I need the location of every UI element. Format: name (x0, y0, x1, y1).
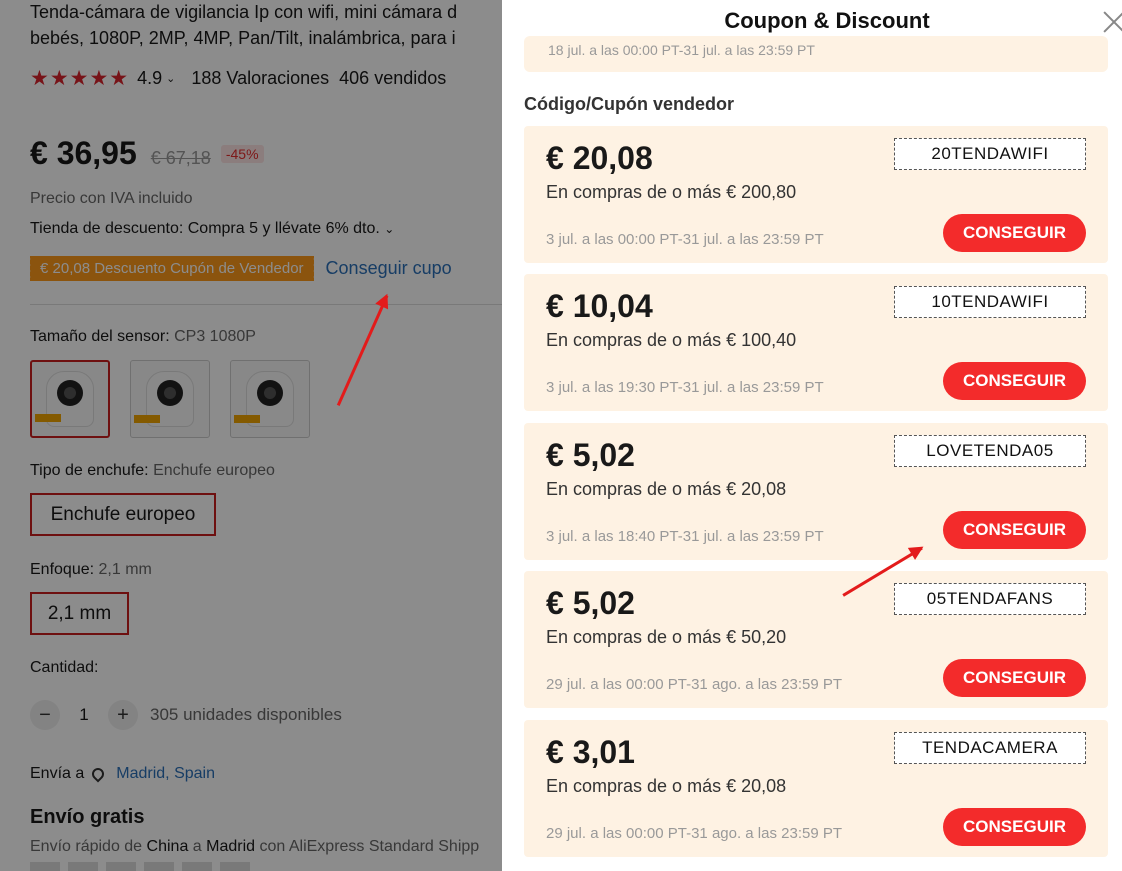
coupon-card-partial: 18 jul. a las 00:00 PT-31 jul. a las 23:… (524, 36, 1108, 72)
coupon-card: € 20,08 En compras de o más € 200,80 3 j… (524, 126, 1108, 263)
coupon-amount: € 5,02 (546, 585, 635, 621)
get-coupon-button[interactable]: CONSEGUIR (943, 808, 1086, 846)
coupon-period: 29 jul. a las 00:00 PT-31 ago. a las 23:… (546, 825, 843, 842)
coupon-period: 18 jul. a las 00:00 PT-31 jul. a las 23:… (548, 42, 815, 58)
coupon-panel: Coupon & Discount 18 jul. a las 00:00 PT… (502, 0, 1122, 871)
get-coupon-button[interactable]: CONSEGUIR (943, 214, 1086, 252)
coupon-period: 29 jul. a las 00:00 PT-31 ago. a las 23:… (546, 676, 843, 693)
coupon-amount: € 10,04 (546, 288, 653, 324)
coupon-card: € 3,01 En compras de o más € 20,08 29 ju… (524, 720, 1108, 857)
coupon-code[interactable]: 05TENDAFANS (894, 583, 1086, 615)
coupon-card: € 5,02 En compras de o más € 20,08 3 jul… (524, 423, 1108, 560)
coupon-condition: En compras de o más € 50,20 (546, 627, 787, 647)
get-coupon-button[interactable]: CONSEGUIR (943, 659, 1086, 697)
coupon-period: 3 jul. a las 00:00 PT-31 jul. a las 23:5… (546, 231, 824, 248)
coupon-card: € 10,04 En compras de o más € 100,40 3 j… (524, 274, 1108, 411)
modal-overlay[interactable] (0, 0, 502, 871)
coupon-period: 3 jul. a las 18:40 PT-31 jul. a las 23:5… (546, 528, 824, 545)
panel-title: Coupon & Discount (724, 8, 930, 33)
close-icon[interactable] (1102, 8, 1122, 32)
coupon-amount: € 20,08 (546, 140, 653, 176)
coupon-code[interactable]: 10TENDAWIFI (894, 286, 1086, 318)
coupon-code[interactable]: LOVETENDA05 (894, 435, 1086, 467)
coupon-condition: En compras de o más € 200,80 (546, 182, 797, 202)
coupon-amount: € 5,02 (546, 437, 635, 473)
coupon-condition: En compras de o más € 20,08 (546, 776, 787, 796)
section-title: Código/Cupón vendedor (524, 94, 734, 114)
coupon-code[interactable]: 20TENDAWIFI (894, 138, 1086, 170)
coupon-condition: En compras de o más € 20,08 (546, 479, 787, 499)
coupon-amount: € 3,01 (546, 734, 635, 770)
get-coupon-button[interactable]: CONSEGUIR (943, 511, 1086, 549)
coupon-period: 3 jul. a las 19:30 PT-31 jul. a las 23:5… (546, 379, 824, 396)
coupon-condition: En compras de o más € 100,40 (546, 330, 797, 350)
coupon-card: € 5,02 En compras de o más € 50,20 29 ju… (524, 571, 1108, 708)
get-coupon-button[interactable]: CONSEGUIR (943, 362, 1086, 400)
coupon-code[interactable]: TENDACAMERA (894, 732, 1086, 764)
